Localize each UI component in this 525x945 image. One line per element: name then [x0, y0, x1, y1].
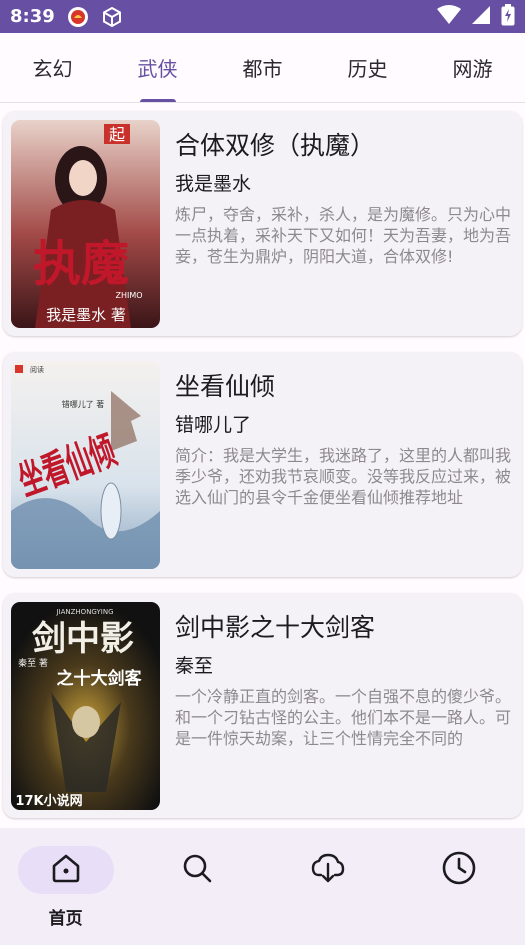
tab-label: 都市 — [242, 57, 283, 81]
nav-download-pill — [280, 846, 376, 894]
home-icon — [49, 851, 83, 889]
book-author: 错哪儿了 — [175, 414, 252, 436]
app-notification-icon — [67, 6, 89, 28]
tab-label: 网游 — [452, 57, 493, 81]
book-description: 炼尸，夺舍，采补，杀人，是为魔修。只为心中一点执着，采补天下又如何！天为吾妻，地… — [175, 205, 512, 266]
cover-subtitle: JIANZHONGYING — [55, 608, 113, 616]
cover-badge: 阅读 — [30, 365, 44, 374]
nav-label: 首页 — [48, 909, 83, 929]
nav-home-pill — [17, 846, 114, 894]
book-card[interactable]: 起 执魔 ZHIMO 我是墨水 著 合体双修（执魔） 我是墨水 炼尸，夺舍，采补… — [3, 111, 522, 336]
nav-home[interactable]: 首页 — [0, 846, 131, 945]
book-info: 合体双修（执魔） 我是墨水 炼尸，夺舍，采补，杀人，是为魔修。只为心中一点执着，… — [175, 120, 513, 327]
book-info: 剑中影之十大剑客 秦至 一个冷静正直的剑客。一个自强不息的傻少爷。和一个刁钻古怪… — [175, 602, 513, 809]
search-icon — [181, 852, 213, 888]
book-cover: 起 执魔 ZHIMO 我是墨水 著 — [11, 120, 160, 328]
book-author: 秦至 — [175, 655, 214, 677]
cover-author: 秦至 著 — [18, 657, 48, 669]
status-bar: 8:39 — [0, 0, 525, 33]
book-title: 坐看仙倾 — [175, 372, 276, 401]
tab-active-indicator — [139, 99, 176, 102]
tab-wuxia[interactable]: 武侠 — [105, 33, 210, 102]
bottom-navigation: 首页 — [0, 828, 525, 945]
cover-subtitle-text: 之十大剑客 — [57, 668, 143, 689]
book-description: 简介：我是大学生，我迷路了，这里的人都叫我季少爷，还劝我节哀顺变。没等我反应过来… — [175, 446, 512, 507]
cover-title: 执魔 — [33, 236, 129, 292]
package-icon — [101, 6, 123, 28]
book-cover: 阅读 错哪儿了 著 坐看仙倾 — [11, 361, 160, 569]
signal-icon — [471, 5, 491, 29]
book-title: 合体双修（执魔） — [175, 131, 376, 160]
status-time: 8:39 — [10, 6, 55, 27]
cover-author: 我是墨水 著 — [46, 306, 126, 324]
nav-history-pill — [411, 846, 507, 894]
book-card[interactable]: JIANZHONGYING 剑中影 秦至 著 之十大剑客 17K小说网 剑中影之… — [3, 593, 522, 818]
tab-label: 历史 — [347, 57, 388, 81]
history-icon — [441, 850, 477, 890]
nav-download[interactable] — [263, 846, 394, 945]
book-cover: JIANZHONGYING 剑中影 秦至 著 之十大剑客 17K小说网 — [11, 602, 160, 810]
nav-search[interactable] — [131, 846, 262, 945]
book-author: 我是墨水 — [175, 173, 252, 195]
download-icon — [311, 851, 345, 889]
book-list: 起 执魔 ZHIMO 我是墨水 著 合体双修（执魔） 我是墨水 炼尸，夺舍，采补… — [0, 103, 525, 828]
cover-subtitle: 错哪儿了 著 — [62, 399, 105, 409]
cover-subtitle: ZHIMO — [115, 291, 142, 300]
cover-site: 17K小说网 — [15, 793, 82, 809]
cover-title: 剑中影 — [32, 619, 134, 659]
book-title: 剑中影之十大剑客 — [175, 613, 376, 642]
book-description: 一个冷静正直的剑客。一个自强不息的傻少爷。和一个刁钻古怪的公主。他们本不是一路人… — [175, 687, 512, 748]
tab-wangyou[interactable]: 网游 — [420, 33, 525, 102]
tab-label: 武侠 — [137, 57, 178, 81]
book-info: 坐看仙倾 错哪儿了 简介：我是大学生，我迷路了，这里的人都叫我季少爷，还劝我节哀… — [175, 361, 513, 568]
tab-xuanhuan[interactable]: 玄幻 — [0, 33, 105, 102]
cover-badge: 起 — [109, 125, 125, 144]
category-tab-bar: 玄幻 武侠 都市 历史 网游 — [0, 33, 525, 103]
tab-lishi[interactable]: 历史 — [315, 33, 420, 102]
nav-history[interactable] — [394, 846, 525, 945]
book-card[interactable]: 阅读 错哪儿了 著 坐看仙倾 坐看仙倾 错哪儿了 简介：我是大学生，我迷路了，这… — [3, 352, 522, 577]
wifi-icon — [437, 4, 461, 29]
tab-label: 玄幻 — [32, 57, 73, 81]
tab-dushi[interactable]: 都市 — [210, 33, 315, 102]
battery-charging-icon — [501, 3, 515, 30]
nav-search-pill — [149, 846, 245, 894]
